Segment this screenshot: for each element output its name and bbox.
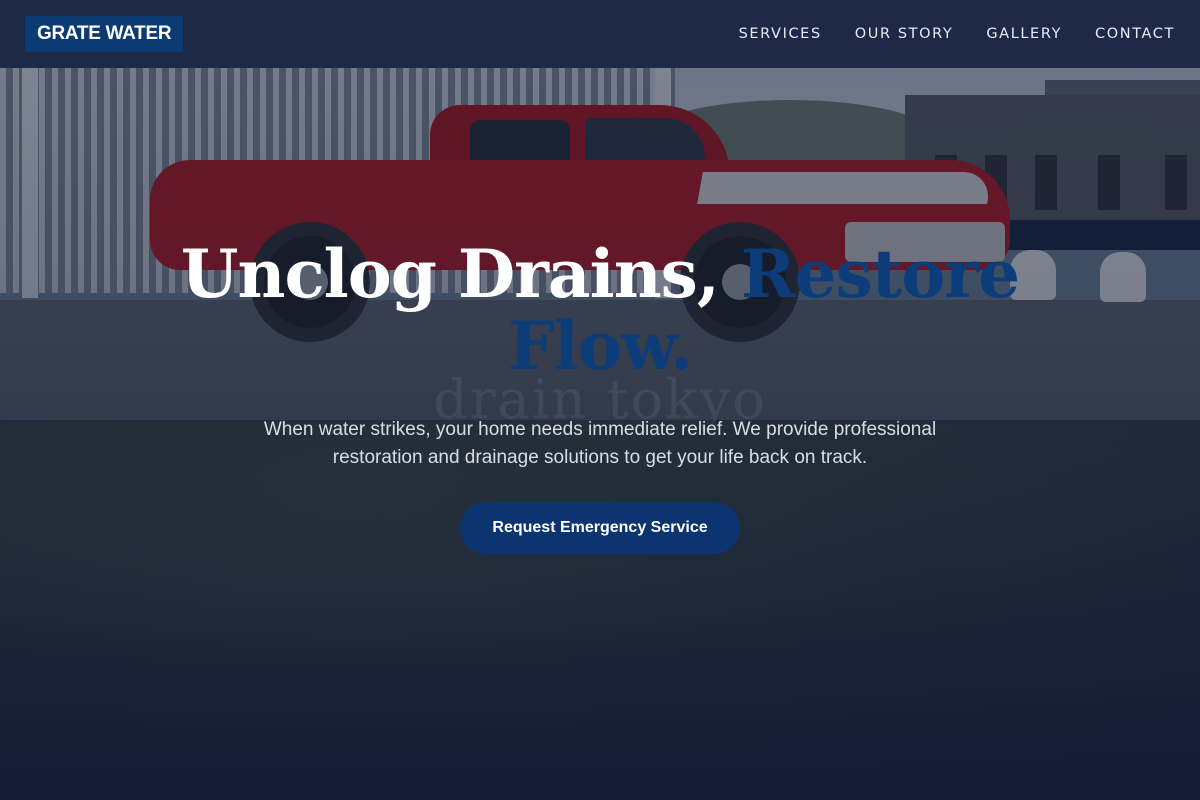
nav-link-contact[interactable]: CONTACT [1095, 26, 1175, 42]
request-emergency-service-button[interactable]: Request Emergency Service [460, 502, 740, 554]
hero-headline: Unclog Drains, Restore Flow. [170, 238, 1030, 382]
headline-main: Unclog Drains, [180, 235, 741, 313]
nav-link-services[interactable]: SERVICES [739, 26, 822, 42]
nav-link-our-story[interactable]: OUR STORY [855, 26, 954, 42]
nav-link-gallery[interactable]: GALLERY [986, 26, 1062, 42]
hero-section: Unclog Drains, Restore Flow. When water … [0, 238, 1200, 554]
main-nav: SERVICES OUR STORY GALLERY CONTACT [739, 26, 1175, 42]
hero-subtext: When water strikes, your home needs imme… [263, 419, 937, 468]
brand-logo[interactable]: GRATE WATER [25, 16, 184, 52]
site-header: GRATE WATER SERVICES OUR STORY GALLERY C… [0, 0, 1200, 68]
